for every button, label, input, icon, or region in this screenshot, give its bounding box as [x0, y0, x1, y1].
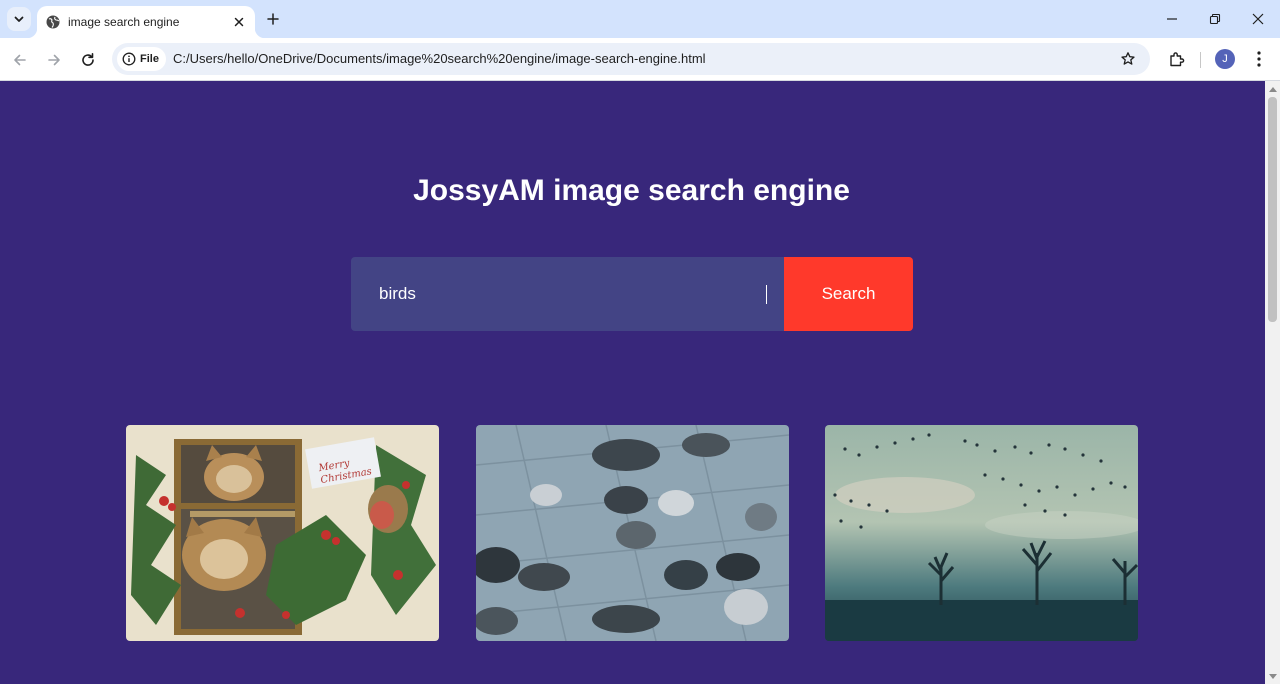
browser-tab[interactable]: image search engine	[27, 6, 265, 38]
site-info-label: File	[140, 53, 159, 65]
address-bar[interactable]: File C:/Users/hello/OneDrive/Documents/i…	[112, 43, 1150, 75]
image-results: Merry Christmas	[126, 425, 1138, 641]
close-window-button[interactable]	[1238, 6, 1278, 32]
arrow-left-icon	[14, 54, 26, 66]
reload-icon	[82, 53, 94, 66]
info-icon	[122, 52, 136, 66]
result-image-2[interactable]	[476, 425, 789, 641]
forward-button[interactable]	[41, 47, 67, 73]
toolbar-separator	[1200, 52, 1201, 68]
page-viewport: JossyAM image search engine Search	[0, 81, 1265, 684]
plus-icon	[267, 13, 279, 25]
minimize-button[interactable]	[1152, 6, 1192, 32]
site-info-chip[interactable]: File	[117, 47, 166, 71]
close-tab-icon[interactable]	[229, 12, 249, 32]
tab-title: image search engine	[68, 15, 180, 29]
text-caret	[766, 285, 767, 304]
star-icon	[1121, 52, 1135, 65]
result-image-3[interactable]	[825, 425, 1138, 641]
pigeons-image	[476, 425, 789, 641]
new-tab-button[interactable]	[263, 9, 283, 29]
restore-button[interactable]	[1195, 6, 1235, 32]
extensions-button[interactable]	[1165, 47, 1189, 71]
close-icon	[1252, 13, 1264, 25]
search-input[interactable]	[351, 257, 784, 331]
search-form: Search	[351, 257, 913, 331]
scroll-up-arrow-icon[interactable]	[1265, 82, 1280, 96]
result-image-1[interactable]: Merry Christmas	[126, 425, 439, 641]
chevron-down-icon	[14, 16, 24, 22]
globe-icon	[46, 15, 60, 29]
tab-strip: image search engine	[0, 0, 1280, 38]
reload-button[interactable]	[75, 47, 101, 73]
more-vertical-icon	[1257, 51, 1261, 67]
bookmark-star-button[interactable]	[1119, 50, 1137, 68]
misty-birds-image	[825, 425, 1138, 641]
search-button[interactable]: Search	[784, 257, 913, 331]
browser-toolbar: File C:/Users/hello/OneDrive/Documents/i…	[0, 38, 1280, 81]
back-button[interactable]	[7, 47, 33, 73]
restore-icon	[1209, 13, 1221, 25]
puzzle-icon	[1170, 52, 1185, 67]
vertical-scrollbar[interactable]	[1265, 81, 1280, 684]
profile-avatar[interactable]: J	[1215, 49, 1235, 69]
christmas-postcard-image: Merry Christmas	[126, 425, 439, 641]
browser-menu-button[interactable]	[1249, 47, 1269, 71]
scroll-down-arrow-icon[interactable]	[1265, 669, 1280, 683]
page-title: JossyAM image search engine	[413, 174, 850, 207]
arrow-right-icon	[48, 54, 60, 66]
minimize-icon	[1167, 18, 1177, 20]
scrollbar-thumb[interactable]	[1268, 97, 1277, 322]
url-text: C:/Users/hello/OneDrive/Documents/image%…	[173, 51, 706, 66]
